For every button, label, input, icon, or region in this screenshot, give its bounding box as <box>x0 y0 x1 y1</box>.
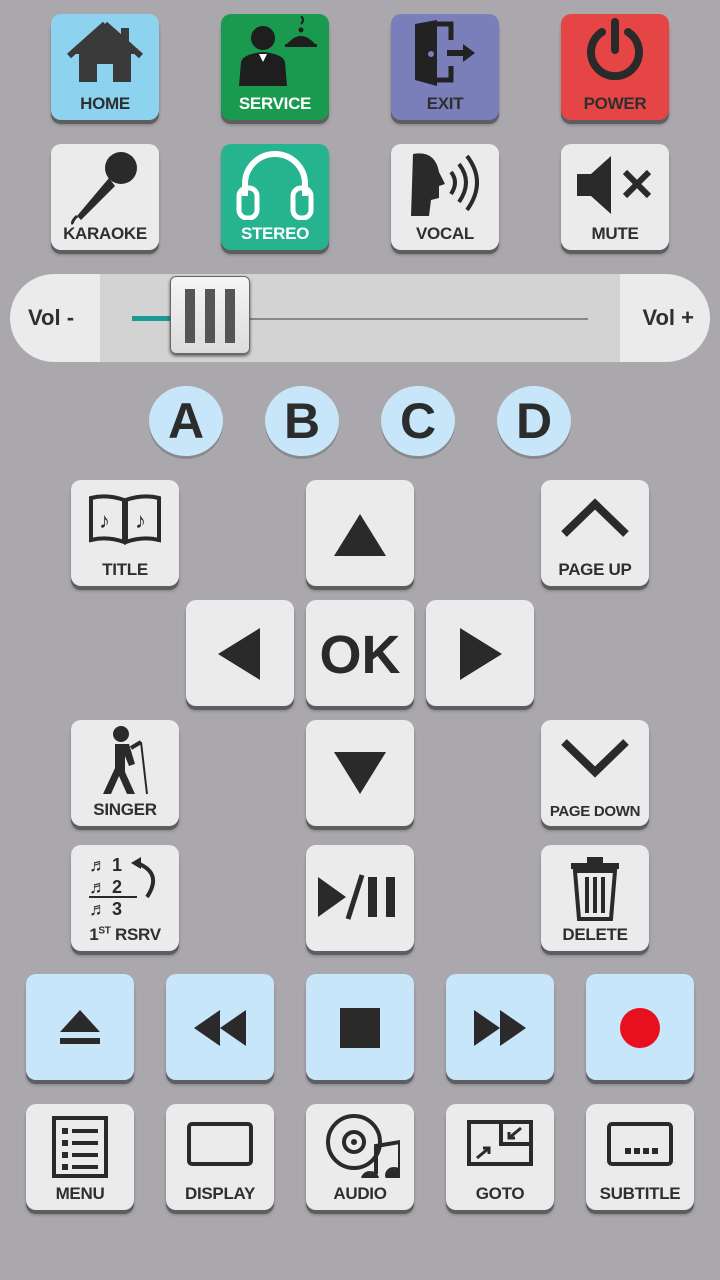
mute-button[interactable]: MUTE <box>561 144 669 250</box>
left-button[interactable] <box>186 600 294 706</box>
menu-label: MENU <box>55 1184 105 1203</box>
display-label: DISPLAY <box>184 1184 256 1203</box>
page-down-label: PAGE DOWN <box>549 803 641 820</box>
a-button[interactable]: A <box>149 386 223 456</box>
power-icon <box>587 18 643 81</box>
stereo-button[interactable]: STEREO <box>221 144 329 250</box>
reserve-label: 1ST RSRV <box>89 925 161 944</box>
singer-icon <box>103 726 148 795</box>
subtitle-icon <box>607 1122 673 1166</box>
svg-text:♬ 2: ♬ 2 <box>89 877 122 897</box>
delete-button[interactable]: DELETE <box>541 845 649 951</box>
vocal-button[interactable]: VOCAL <box>391 144 499 250</box>
stop-button[interactable] <box>306 974 414 1080</box>
arrow-up-icon <box>334 514 386 556</box>
display-button[interactable]: DISPLAY <box>166 1104 274 1210</box>
audio-button[interactable]: AUDIO <box>306 1104 414 1210</box>
menu-list-icon <box>52 1116 108 1178</box>
home-label: HOME <box>80 94 130 113</box>
karaoke-label: KARAOKE <box>63 224 147 243</box>
trash-icon <box>571 857 619 921</box>
delete-label: DELETE <box>562 925 628 944</box>
power-button[interactable]: POWER <box>561 14 669 120</box>
down-button[interactable] <box>306 720 414 826</box>
reserve-button[interactable]: ♬ 1 ♬ 2 ♬ 3 1ST RSRV <box>71 845 179 951</box>
eject-button[interactable] <box>26 974 134 1080</box>
stereo-label: STEREO <box>240 224 310 243</box>
arrow-right-icon <box>460 628 502 680</box>
service-label: SERVICE <box>238 94 312 113</box>
page-up-button[interactable]: PAGE UP <box>541 480 649 586</box>
home-button[interactable]: HOME <box>51 14 159 120</box>
display-icon <box>187 1122 253 1166</box>
exit-button[interactable]: EXIT <box>391 14 499 120</box>
eject-icon <box>60 1010 100 1044</box>
volume-track[interactable] <box>100 274 620 362</box>
d-button[interactable]: D <box>497 386 571 456</box>
rewind-button[interactable] <box>166 974 274 1080</box>
title-button[interactable]: ♪ ♪ TITLE <box>71 480 179 586</box>
mute-label: MUTE <box>591 224 639 243</box>
ok-label: OK <box>319 625 401 685</box>
subtitle-label: SUBTITLE <box>599 1184 681 1203</box>
singer-button[interactable]: SINGER <box>71 720 179 826</box>
songbook-icon: ♪ ♪ <box>89 494 161 545</box>
menu-button[interactable]: MENU <box>26 1104 134 1210</box>
volume-thumb[interactable] <box>169 276 250 354</box>
fast-forward-button[interactable] <box>446 974 554 1080</box>
power-label: POWER <box>583 94 647 113</box>
page-up-label: PAGE UP <box>558 560 632 579</box>
exit-door-icon <box>415 20 475 86</box>
queue-icon: ♬ 1 ♬ 2 ♬ 3 <box>89 855 156 919</box>
b-button[interactable]: B <box>265 386 339 456</box>
svg-text:♬ 1: ♬ 1 <box>89 855 122 875</box>
singer-label: SINGER <box>93 800 157 819</box>
page-down-button[interactable]: PAGE DOWN <box>541 720 649 826</box>
svg-text:♬ 3: ♬ 3 <box>89 899 122 919</box>
exit-label: EXIT <box>426 94 464 113</box>
home-icon <box>67 21 143 82</box>
title-label: TITLE <box>102 560 148 579</box>
arrow-left-icon <box>218 628 260 680</box>
karaoke-button[interactable]: KARAOKE <box>51 144 159 250</box>
up-button[interactable] <box>306 480 414 586</box>
goto-icon <box>467 1120 533 1166</box>
record-button[interactable] <box>586 974 694 1080</box>
play-pause-button[interactable] <box>306 845 414 951</box>
waiter-icon <box>239 16 317 86</box>
svg-text:♪: ♪ <box>99 508 110 533</box>
service-button[interactable]: SERVICE <box>221 14 329 120</box>
stop-icon <box>340 1008 380 1048</box>
svg-text:♪: ♪ <box>135 508 146 533</box>
ok-button[interactable]: OK <box>306 600 414 706</box>
rewind-icon <box>194 1010 246 1046</box>
microphone-icon <box>71 152 137 226</box>
chevron-up-icon <box>561 498 629 537</box>
volume-slider[interactable]: Vol - Vol + <box>10 274 710 362</box>
chevron-down-icon <box>561 739 629 778</box>
c-button[interactable]: C <box>381 386 455 456</box>
mute-icon <box>577 156 652 214</box>
vocal-label: VOCAL <box>415 224 474 243</box>
arrow-down-icon <box>334 752 386 794</box>
goto-label: GOTO <box>475 1184 525 1203</box>
headphones-icon <box>236 151 314 220</box>
play-pause-icon <box>318 874 395 920</box>
right-button[interactable] <box>426 600 534 706</box>
record-icon <box>620 1008 660 1048</box>
audio-label: AUDIO <box>333 1184 387 1203</box>
audio-disc-icon <box>326 1114 400 1178</box>
goto-button[interactable]: GOTO <box>446 1104 554 1210</box>
speaking-head-icon <box>411 153 479 216</box>
subtitle-button[interactable]: SUBTITLE <box>586 1104 694 1210</box>
fast-forward-icon <box>474 1010 526 1046</box>
